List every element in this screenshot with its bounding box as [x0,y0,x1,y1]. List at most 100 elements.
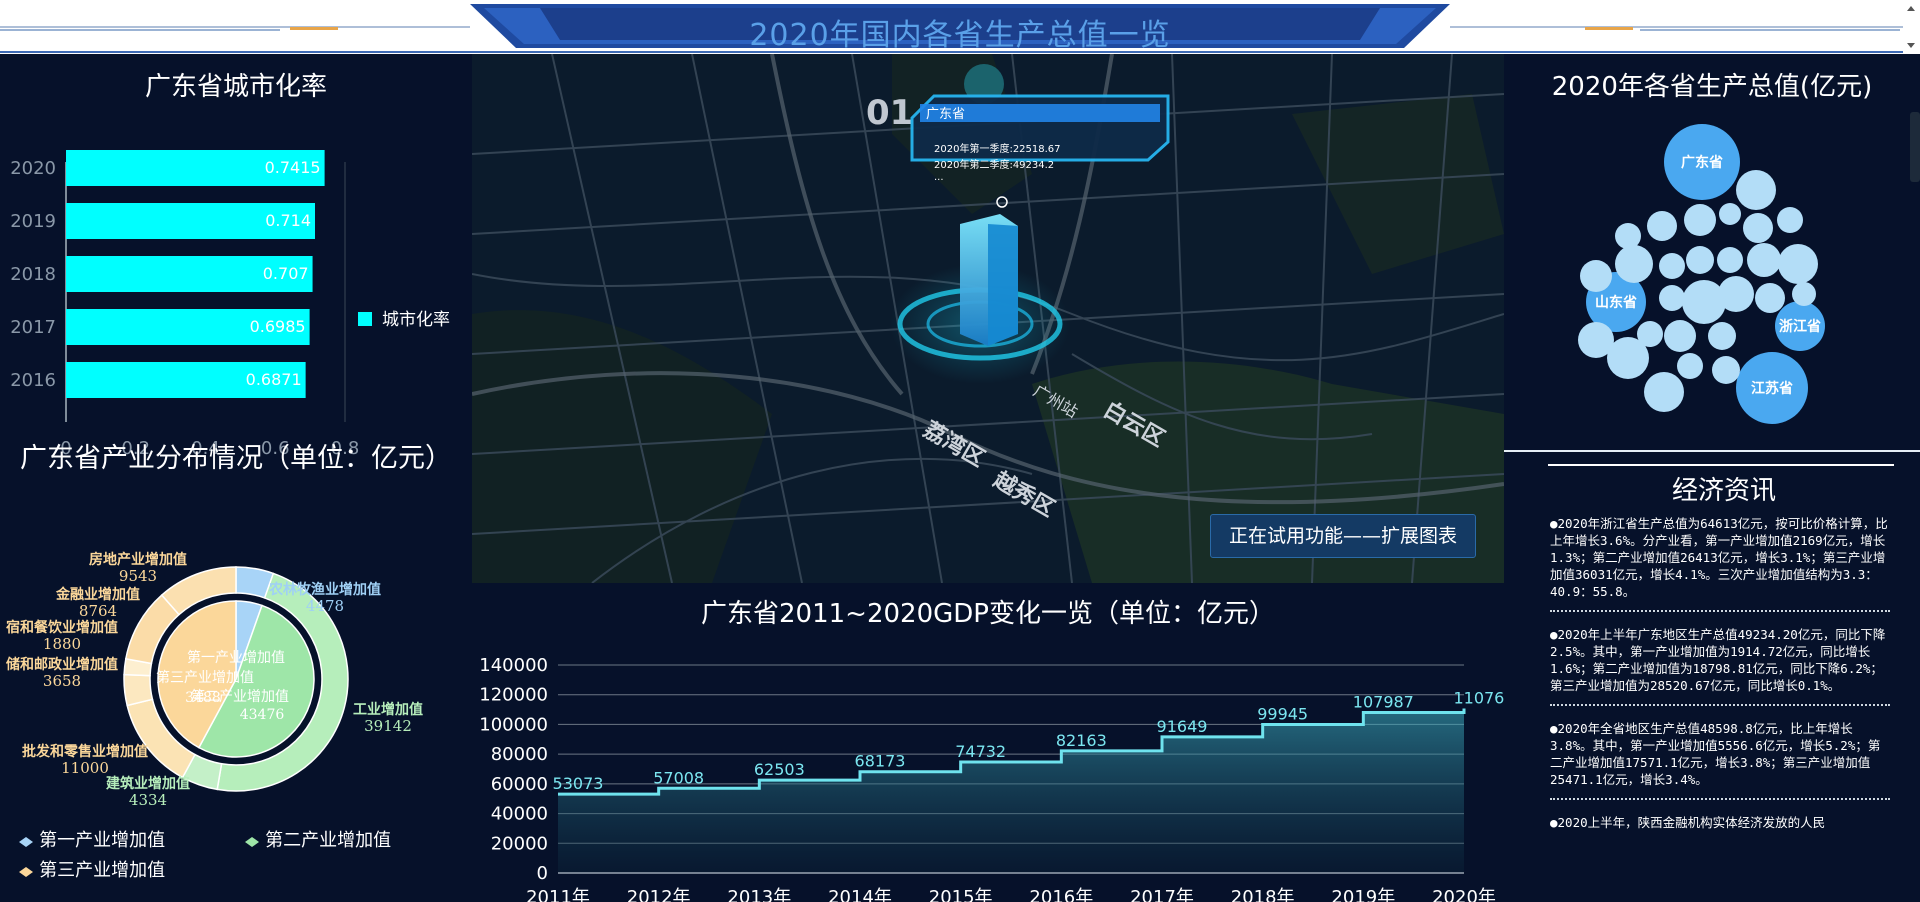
scrollbar[interactable] [1903,0,1920,54]
city-map[interactable]: 01 广东省 2020年第一季度:22518.67 2020年第二季度:4923… [472,54,1504,583]
inner-pie-label: 43476 [240,707,285,723]
legend-item-tertiary[interactable]: 第三产业增加值 [18,856,165,882]
inner-pie-label: 第一产业增加值 [187,649,285,666]
bubble-circle [1777,207,1803,233]
outer-slice-name: 房地产业增加值 [89,551,187,568]
province-bubble[interactable] [1708,322,1736,350]
province-bubble[interactable] [1778,244,1818,284]
legend-item-secondary[interactable]: 第二产业增加值 [244,826,391,852]
gdp-value-label: 53073 [553,774,604,793]
province-bubble[interactable] [1736,170,1776,210]
province-bubble[interactable] [1792,282,1816,306]
dashboard-title: 2020年国内各省生产总值一览 [749,18,1171,53]
trial-feature-button[interactable]: 正在试用功能——扩展图表 [1210,514,1476,558]
province-bubble[interactable] [1682,280,1726,324]
outer-slice-value: 1880 [43,635,81,653]
bubble-circle [1755,283,1785,313]
outer-slice-value: 9543 [119,567,157,585]
x-tick-label: 2011年 [526,887,590,902]
province-bubble[interactable] [1615,245,1653,283]
bar-value-label: 0.707 [263,264,309,283]
gdp-value-label: 99945 [1257,705,1308,724]
province-bubble[interactable] [1686,246,1714,274]
right-panel-scroll-thumb[interactable] [1910,112,1920,182]
popup-line-3: ... [934,172,944,183]
province-bubble[interactable] [1712,356,1740,384]
x-tick-label: 2018年 [1231,887,1295,902]
bubble-circle [1615,245,1653,283]
gdp-value-label: 91649 [1157,717,1208,736]
outer-pie-slice[interactable] [123,673,154,707]
urbanization-legend[interactable]: 城市化率 [358,310,450,330]
diamond-icon [19,836,33,847]
outer-slice-value: 4334 [129,791,167,809]
outer-slice-name: 建筑业增加值 [106,775,190,792]
province-bubble[interactable] [1743,213,1773,243]
bar-value-label: 0.6871 [246,370,302,389]
popup-title: 广东省 [926,107,965,122]
bubble-label: 浙江省 [1779,318,1821,335]
map-canvas: 01 广东省 2020年第一季度:22518.67 2020年第二季度:4923… [472,54,1504,583]
province-bubble[interactable] [1717,247,1743,273]
province-bubble[interactable]: 江苏省 [1736,352,1808,424]
y-tick-label: 2019 [10,211,56,232]
news-item: ●2020年全省地区生产总值48598.8亿元，比上年增长3.8%。其中，第一产… [1550,720,1890,800]
y-tick-label: 2018 [10,264,56,285]
news-item: ●2020年上半年广东地区生产总值49234.20亿元，同比下降2.5%。其中，… [1550,626,1890,706]
province-bubble[interactable] [1607,337,1649,379]
legend-item-primary[interactable]: 第一产业增加值 [18,826,165,852]
bubble-circle [1682,280,1726,324]
province-bubble[interactable] [1684,204,1716,236]
gdp-value-label: 107987 [1353,693,1414,712]
gdp-value-label: 62503 [754,760,805,779]
bar-value-label: 0.6985 [250,317,306,336]
outer-slice-value: 8764 [79,602,117,620]
x-tick-label: 2012年 [627,887,691,902]
bubble-circle [1778,244,1818,284]
province-bubble[interactable] [1644,372,1684,412]
province-bubble[interactable]: 广东省 [1664,124,1740,200]
gdp-value-label: 57008 [653,768,704,787]
bubble-circle [1747,243,1781,277]
province-bubble[interactable] [1664,320,1696,352]
industry-legend: 第一产业增加值 第二产业增加值 第三产业增加值 [18,826,458,896]
province-bubble[interactable] [1615,223,1641,249]
outer-slice-name: 工业增加值 [353,701,423,718]
gdp-panel: 广东省2011~2020GDP变化一览（单位：亿元） 0 20000 40000 60… [472,583,1504,902]
outer-slice-name: 农林牧渔业增加值 [268,581,381,598]
top-banner: 2020年国内各省生产总值一览 [0,0,1920,54]
province-bubble[interactable] [1777,207,1803,233]
popup-index: 01 [866,93,913,133]
urbanization-title: 广东省城市化率 [144,72,327,102]
gdp-value-label: 82163 [1056,731,1107,750]
province-bubble[interactable] [1747,243,1781,277]
bubble-label: 山东省 [1595,294,1637,311]
province-bubble-chart: 广东省山东省浙江省江苏省 [1578,124,1825,424]
province-bubble[interactable] [1677,353,1703,379]
industry-title: 广东省产业分布情况（单位：亿元） [20,443,452,474]
bubble-circle [1717,247,1743,273]
y-tick-label: 40000 [491,804,548,825]
inner-pie-label: 3488 [185,690,221,706]
province-bubble[interactable] [1647,211,1677,241]
news-list[interactable]: ●2020年浙江省生产总值为64613亿元，按可比价格计算，比上年增长3.6%。… [1550,515,1890,902]
province-bubble[interactable] [1659,285,1685,311]
x-tick-label: 2013年 [727,887,791,902]
province-bubble[interactable] [1580,260,1612,292]
province-bubble[interactable] [1659,253,1685,279]
bubble-circle [1792,282,1816,306]
bubble-circle [1708,322,1736,350]
outer-slice-value: 39142 [364,717,412,735]
province-bubble[interactable] [1755,283,1785,313]
gdp-area [558,708,1464,873]
bubble-circle [1647,211,1677,241]
provinces-title: 2020年各省生产总值(亿元) [1551,72,1873,102]
bubble-circle [1719,203,1741,225]
y-tick-label: 120000 [479,685,548,706]
y-tick-label: 80000 [491,744,548,765]
bubble-circle [1664,320,1696,352]
bubble-circle [1743,213,1773,243]
province-bubble[interactable] [1719,203,1741,225]
bubble-circle [1677,353,1703,379]
province-bubble[interactable]: 浙江省 [1775,301,1825,351]
